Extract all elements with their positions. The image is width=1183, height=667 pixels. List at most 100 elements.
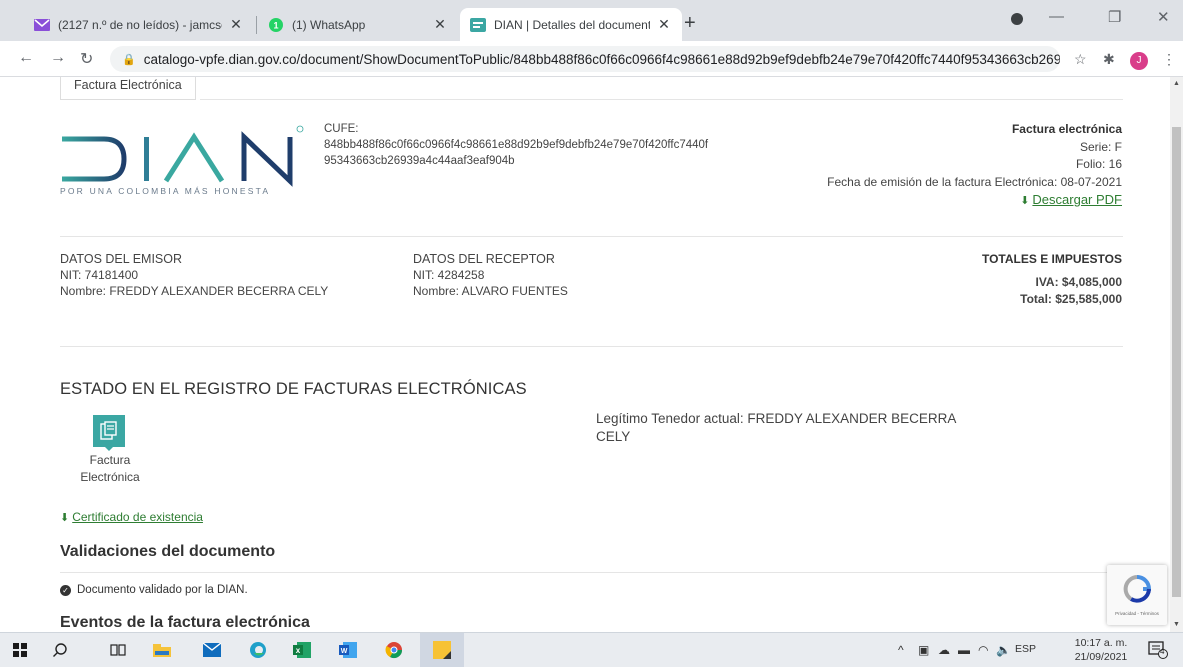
- validaciones-title: Validaciones del documento: [60, 543, 276, 560]
- star-icon[interactable]: ☆: [1074, 51, 1087, 68]
- validacion-text: Documento validado por la DIAN.: [77, 584, 248, 596]
- notification-count: 4: [1160, 647, 1165, 656]
- invoice-info: Factura electrónica Serie: F Folio: 16 F…: [827, 121, 1122, 211]
- factura-document-icon[interactable]: [93, 415, 125, 447]
- browser-toolbar: ← → ↻ 🔒 catalogo-vpfe.dian.gov.co/docume…: [0, 41, 1183, 77]
- close-icon[interactable]: ✕: [432, 16, 448, 33]
- word-icon[interactable]: W: [336, 639, 360, 661]
- browser-tab-strip: (2127 n.º de no leídos) - jamcsol... ✕ 1…: [0, 0, 1183, 41]
- receptor-heading: DATOS DEL RECEPTOR: [413, 252, 555, 266]
- certificado-link[interactable]: ⬇ Certificado de existencia: [60, 510, 203, 524]
- windows-start-icon[interactable]: [8, 639, 32, 661]
- download-pdf-label[interactable]: Descargar PDF: [1032, 192, 1122, 207]
- scrollbar-thumb[interactable]: [1172, 127, 1181, 597]
- whatsapp-icon: 1: [268, 17, 284, 33]
- estado-title: ESTADO EN EL REGISTRO DE FACTURAS ELECTR…: [60, 380, 527, 398]
- legitimo-tenedor: Legítimo Tenedor actual: FREDDY ALEXANDE…: [596, 411, 956, 444]
- cufe-value-line-1: 848bb488f86c0f66c0966f4c98661e88d92b9ef9…: [324, 139, 709, 151]
- menu-dots-icon[interactable]: ⋮: [1162, 51, 1176, 68]
- clock-time: 10:17 a. m.: [1074, 637, 1128, 649]
- receptor-block: DATOS DEL RECEPTOR NIT: 4284258 Nombre: …: [413, 251, 568, 299]
- download-pdf-link[interactable]: ⬇ Descargar PDF: [827, 191, 1122, 211]
- recaptcha-text: Privacidad - Términos: [1115, 611, 1159, 616]
- invoice-serie: Serie: F: [1079, 139, 1122, 154]
- download-icon: ⬇: [1020, 195, 1030, 207]
- tab-dian[interactable]: DIAN | Detalles del documento ✕: [460, 8, 682, 41]
- tab-gmail[interactable]: (2127 n.º de no leídos) - jamcsol... ✕: [24, 8, 254, 41]
- doc-label-line-1: Factura: [89, 453, 131, 467]
- extensions-icon[interactable]: ✱: [1103, 51, 1115, 68]
- excel-icon[interactable]: x: [290, 639, 314, 661]
- cufe-label: CUFE:: [324, 123, 359, 135]
- validacion-item: ✓ Documento validado por la DIAN.: [60, 584, 248, 596]
- receptor-nit: NIT: 4284258: [413, 268, 485, 282]
- download-icon: ⬇: [60, 512, 70, 524]
- close-icon[interactable]: ✕: [656, 16, 672, 33]
- minimize-icon[interactable]: —: [1049, 8, 1064, 25]
- divider: [60, 572, 1123, 573]
- dian-icon: [470, 17, 486, 33]
- chrome-icon[interactable]: [382, 639, 406, 661]
- profile-avatar[interactable]: J: [1130, 52, 1148, 70]
- recaptcha-icon: [1123, 575, 1151, 603]
- svg-text:W: W: [341, 648, 348, 655]
- totales-block: TOTALES E IMPUESTOS IVA: $4,085,000 Tota…: [982, 251, 1122, 308]
- clock-date: 21/09/2021: [1074, 651, 1128, 663]
- divider: [60, 236, 1123, 237]
- invoice-title: Factura electrónica: [1011, 122, 1122, 136]
- clock[interactable]: 10:17 a. m. 21/09/2021: [1068, 636, 1134, 664]
- cufe-value-line-2: 95343663cb26939a4c44aaf3eaf904b: [324, 155, 515, 167]
- certificado-label[interactable]: Certificado de existencia: [72, 510, 203, 524]
- volume-icon[interactable]: 🔈: [996, 643, 1011, 657]
- wifi-icon[interactable]: ◠: [978, 643, 988, 657]
- factura-electronica-label: Factura Electrónica: [60, 452, 160, 486]
- search-icon[interactable]: [48, 639, 72, 661]
- emisor-nombre: Nombre: FREDDY ALEXANDER BECERRA CELY: [60, 284, 329, 298]
- page-viewport: Factura Electrónica POR UNA COLOMBIA MÁS…: [0, 77, 1170, 632]
- close-icon[interactable]: ✕: [228, 16, 244, 33]
- scroll-down-icon[interactable]: ▼: [1173, 621, 1180, 628]
- address-bar[interactable]: 🔒 catalogo-vpfe.dian.gov.co/document/Sho…: [110, 46, 1060, 72]
- mail-icon[interactable]: [200, 639, 224, 661]
- profile-indicator-icon[interactable]: [1011, 13, 1023, 25]
- emisor-heading: DATOS DEL EMISOR: [60, 252, 183, 266]
- meet-now-icon[interactable]: ▣: [918, 643, 929, 657]
- address-text: catalogo-vpfe.dian.gov.co/document/ShowD…: [143, 51, 1060, 67]
- reload-icon[interactable]: ↻: [80, 49, 93, 69]
- sticky-notes-icon[interactable]: [430, 639, 454, 661]
- page-scrollbar[interactable]: ▲ ▼: [1170, 77, 1183, 632]
- new-tab-icon[interactable]: +: [684, 12, 696, 35]
- forward-arrow-icon[interactable]: →: [50, 49, 66, 67]
- battery-icon[interactable]: ▬: [958, 643, 970, 657]
- tab-factura-electronica[interactable]: Factura Electrónica: [60, 77, 196, 100]
- language-indicator[interactable]: ESP: [1015, 643, 1036, 655]
- eventos-title: Eventos de la factura electrónica: [60, 614, 310, 631]
- back-arrow-icon[interactable]: ←: [18, 49, 34, 67]
- tab-separator: [256, 16, 257, 34]
- cufe-block: CUFE: 848bb488f86c0f66c0966f4c98661e88d9…: [324, 121, 774, 169]
- lock-icon[interactable]: 🔒: [122, 53, 136, 66]
- restore-icon[interactable]: ❐: [1108, 8, 1121, 26]
- tab-underline: [200, 99, 1123, 100]
- emisor-nit: NIT: 74181400: [60, 268, 139, 282]
- onedrive-icon[interactable]: ☁: [938, 643, 950, 657]
- totales-iva: IVA: $4,085,000: [1035, 275, 1122, 289]
- tab-title: (2127 n.º de no leídos) - jamcsol...: [58, 17, 222, 32]
- task-view-icon[interactable]: [106, 639, 130, 661]
- windows-taskbar: x W ^ ▣ ☁ ▬ ◠ 🔈 ESP 10:17 a. m. 21/09/20…: [0, 632, 1183, 667]
- receptor-nombre: Nombre: ALVARO FUENTES: [413, 284, 568, 298]
- window-close-icon[interactable]: ✕: [1157, 8, 1170, 26]
- file-explorer-icon[interactable]: [150, 639, 174, 661]
- recaptcha-badge[interactable]: Privacidad - Términos: [1107, 565, 1167, 625]
- icon-pointer: [104, 446, 114, 451]
- tab-whatsapp[interactable]: 1 (1) WhatsApp ✕: [258, 8, 458, 41]
- svg-text:1: 1: [273, 20, 278, 30]
- logo-tagline: POR UNA COLOMBIA MÁS HONESTA: [60, 186, 271, 196]
- totales-total: Total: $25,585,000: [1020, 292, 1122, 306]
- tab-title: DIAN | Detalles del documento: [494, 17, 650, 32]
- edge-icon[interactable]: [246, 639, 270, 661]
- chevron-up-icon[interactable]: ^: [898, 643, 904, 657]
- totales-heading: TOTALES E IMPUESTOS: [981, 252, 1122, 266]
- scroll-up-icon[interactable]: ▲: [1173, 80, 1180, 87]
- notification-center-icon[interactable]: 4: [1148, 641, 1168, 659]
